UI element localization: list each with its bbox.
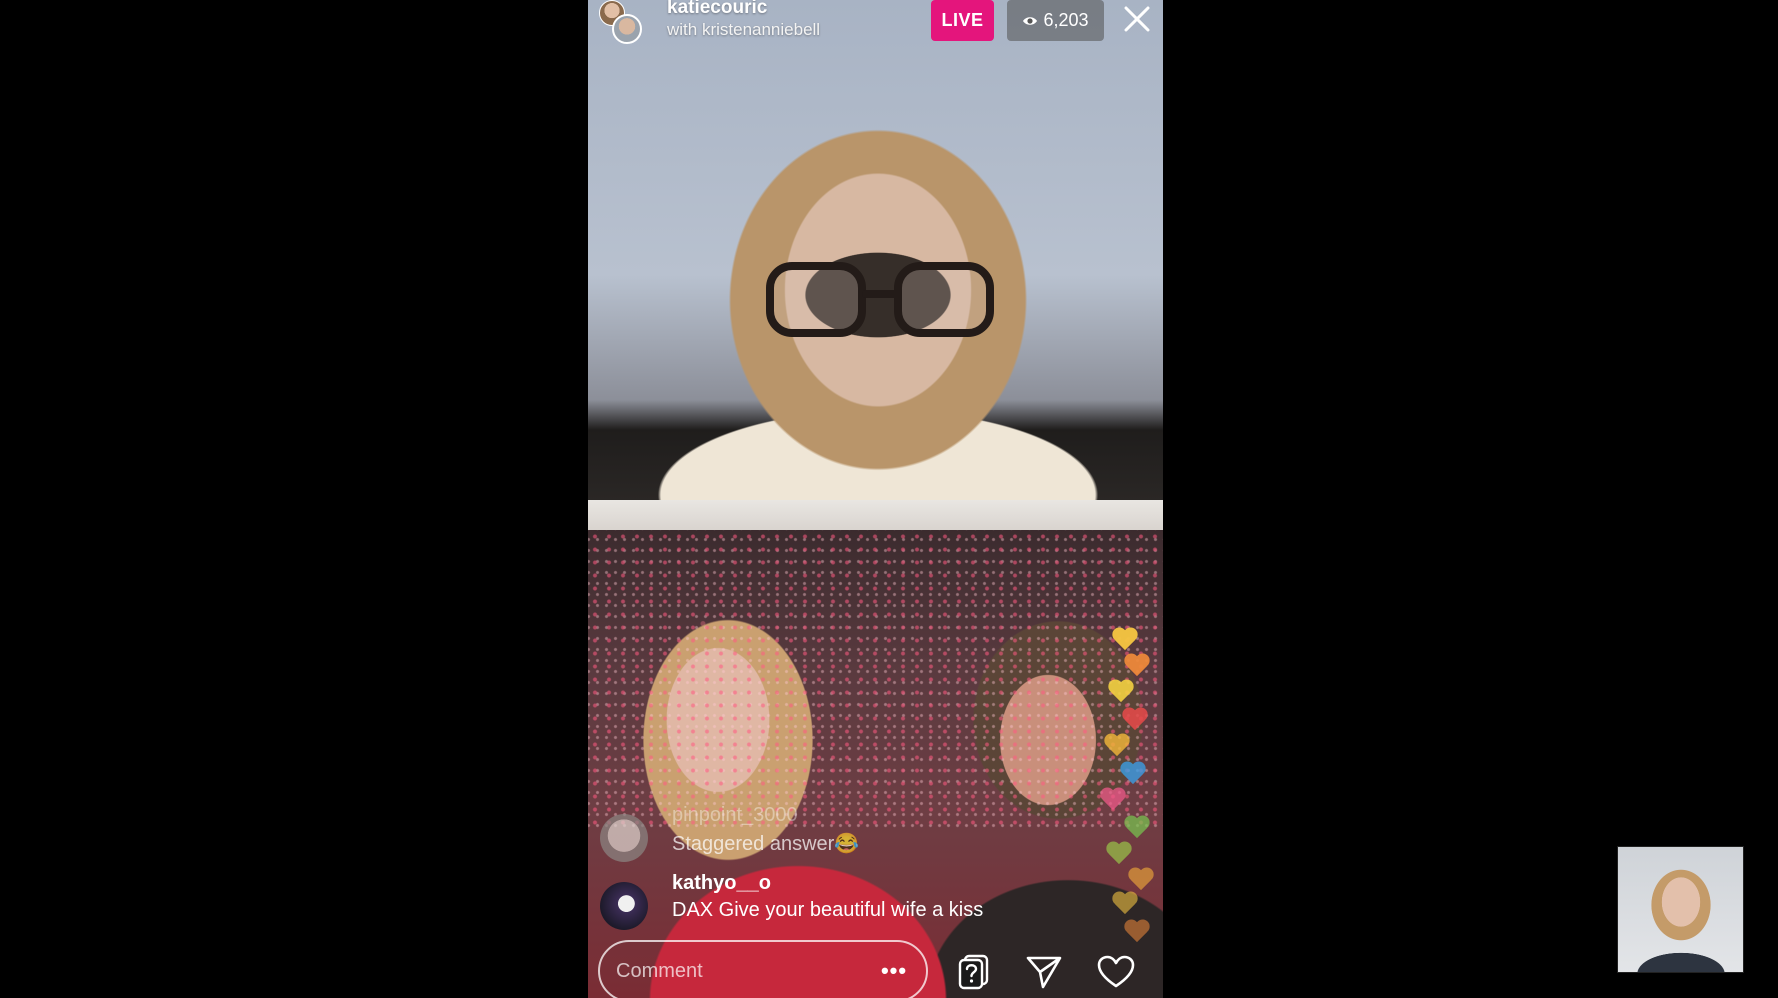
host-username[interactable]: katiecouric: [667, 0, 767, 19]
commenter-avatar[interactable]: [600, 814, 648, 862]
viewer-count: 6,203: [1043, 10, 1089, 30]
question-icon: [958, 954, 989, 990]
heart-icon: [1097, 955, 1135, 988]
comment-username[interactable]: pinpoint_3000: [672, 804, 798, 827]
question-button[interactable]: [954, 952, 994, 992]
like-button[interactable]: [1096, 952, 1136, 992]
commenter-avatar[interactable]: [600, 882, 648, 930]
more-options-button[interactable]: •••: [876, 956, 912, 986]
share-button[interactable]: [1024, 952, 1064, 992]
comment-username[interactable]: kathyo__o: [672, 872, 771, 895]
feed-divider: [588, 500, 1163, 530]
close-icon: [1124, 6, 1150, 32]
stream-header: katiecouric with kristenanniebell LIVE 6…: [588, 0, 1163, 48]
sparkle-backdrop: [588, 530, 1163, 830]
picture-in-picture-thumbnail[interactable]: [1617, 846, 1744, 973]
comment-item: pinpoint_3000 Staggered answer😂: [598, 804, 1018, 862]
close-button[interactable]: [1120, 2, 1154, 36]
live-stream-view: katiecouric with kristenanniebell LIVE 6…: [588, 0, 1163, 998]
viewer-count-badge[interactable]: 6,203: [1007, 0, 1104, 41]
eye-icon: [1023, 16, 1038, 25]
guest-avatar[interactable]: [612, 14, 642, 44]
comment-item: kathyo__o DAX Give your beautiful wife a…: [598, 872, 1018, 930]
comment-text: Staggered answer😂: [672, 833, 860, 855]
live-badge: LIVE: [931, 0, 994, 41]
guest-with-line[interactable]: with kristenanniebell: [667, 20, 820, 40]
host-glasses: [766, 262, 994, 342]
paper-plane-icon: [1026, 956, 1062, 989]
comment-text: DAX Give your beautiful wife a kiss: [672, 899, 984, 921]
host-video-feed: [588, 0, 1163, 500]
